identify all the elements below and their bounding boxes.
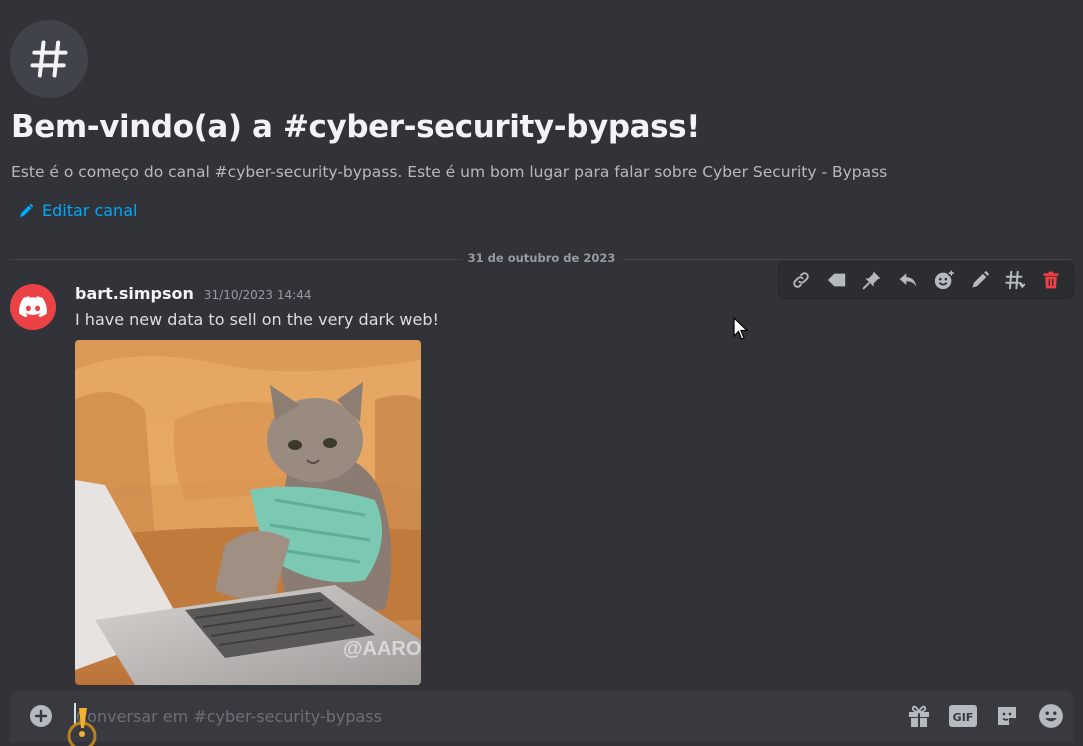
edit-message-button[interactable]	[964, 264, 996, 296]
message-username[interactable]: bart.simpson	[75, 284, 194, 303]
apply-tag-button[interactable]	[821, 264, 853, 296]
message-actions-toolbar	[778, 261, 1074, 299]
upload-button[interactable]	[30, 705, 52, 727]
emoji-button[interactable]	[1029, 700, 1073, 732]
tag-icon	[827, 273, 845, 287]
gif-button[interactable]: GIF	[941, 700, 985, 732]
pin-icon	[863, 271, 881, 290]
avatar[interactable]	[10, 284, 56, 330]
channel-hash-icon	[10, 20, 88, 98]
message-timestamp[interactable]: 31/10/2023 14:44	[204, 288, 312, 302]
gif-attachment[interactable]: @AARON	[75, 340, 421, 685]
reply-button[interactable]	[892, 264, 924, 296]
gif-watermark: @AARON	[343, 638, 421, 660]
add-reaction-button[interactable]	[928, 264, 960, 296]
sticker-button[interactable]	[985, 700, 1029, 732]
cat-typing-image: @AARON	[75, 340, 421, 685]
edit-icon	[972, 270, 989, 288]
pencil-icon	[20, 203, 34, 217]
pin-message-button[interactable]	[856, 264, 888, 296]
sticker-icon	[998, 707, 1016, 725]
copy-link-button[interactable]	[785, 264, 817, 296]
create-thread-icon	[1005, 270, 1026, 290]
message-composer: GIF	[10, 690, 1073, 746]
delete-icon	[1043, 271, 1059, 289]
gift-button[interactable]	[897, 700, 941, 732]
gif-icon: GIF	[949, 705, 977, 727]
add-reaction-icon	[934, 269, 955, 290]
date-divider-label: 31 de outubro de 2023	[461, 251, 622, 265]
plus-icon	[34, 709, 48, 723]
link-icon	[793, 272, 809, 288]
emoji-icon	[1039, 704, 1063, 728]
warning-badge-icon	[67, 708, 97, 746]
edit-channel-label: Editar canal	[42, 201, 138, 220]
hash-icon	[30, 40, 68, 78]
welcome-title: Bem-vindo(a) a #cyber-security-bypass!	[11, 109, 700, 145]
gif-label: GIF	[953, 711, 974, 724]
composer-actions: GIF	[897, 700, 1073, 732]
edit-channel-link[interactable]: Editar canal	[18, 201, 137, 220]
message-header: bart.simpson 31/10/2023 14:44	[75, 284, 311, 303]
delete-message-button[interactable]	[1035, 264, 1067, 296]
message-input[interactable]	[76, 704, 856, 728]
discord-logo-icon	[19, 296, 47, 318]
welcome-description: Este é o começo do canal #cyber-security…	[11, 163, 888, 181]
create-thread-button[interactable]	[999, 264, 1031, 296]
reply-icon	[899, 273, 917, 287]
gift-icon	[909, 705, 929, 727]
message-text: I have new data to sell on the very dark…	[75, 310, 439, 329]
date-divider: 31 de outubro de 2023	[10, 251, 1073, 265]
mouse-cursor-icon	[733, 317, 749, 340]
